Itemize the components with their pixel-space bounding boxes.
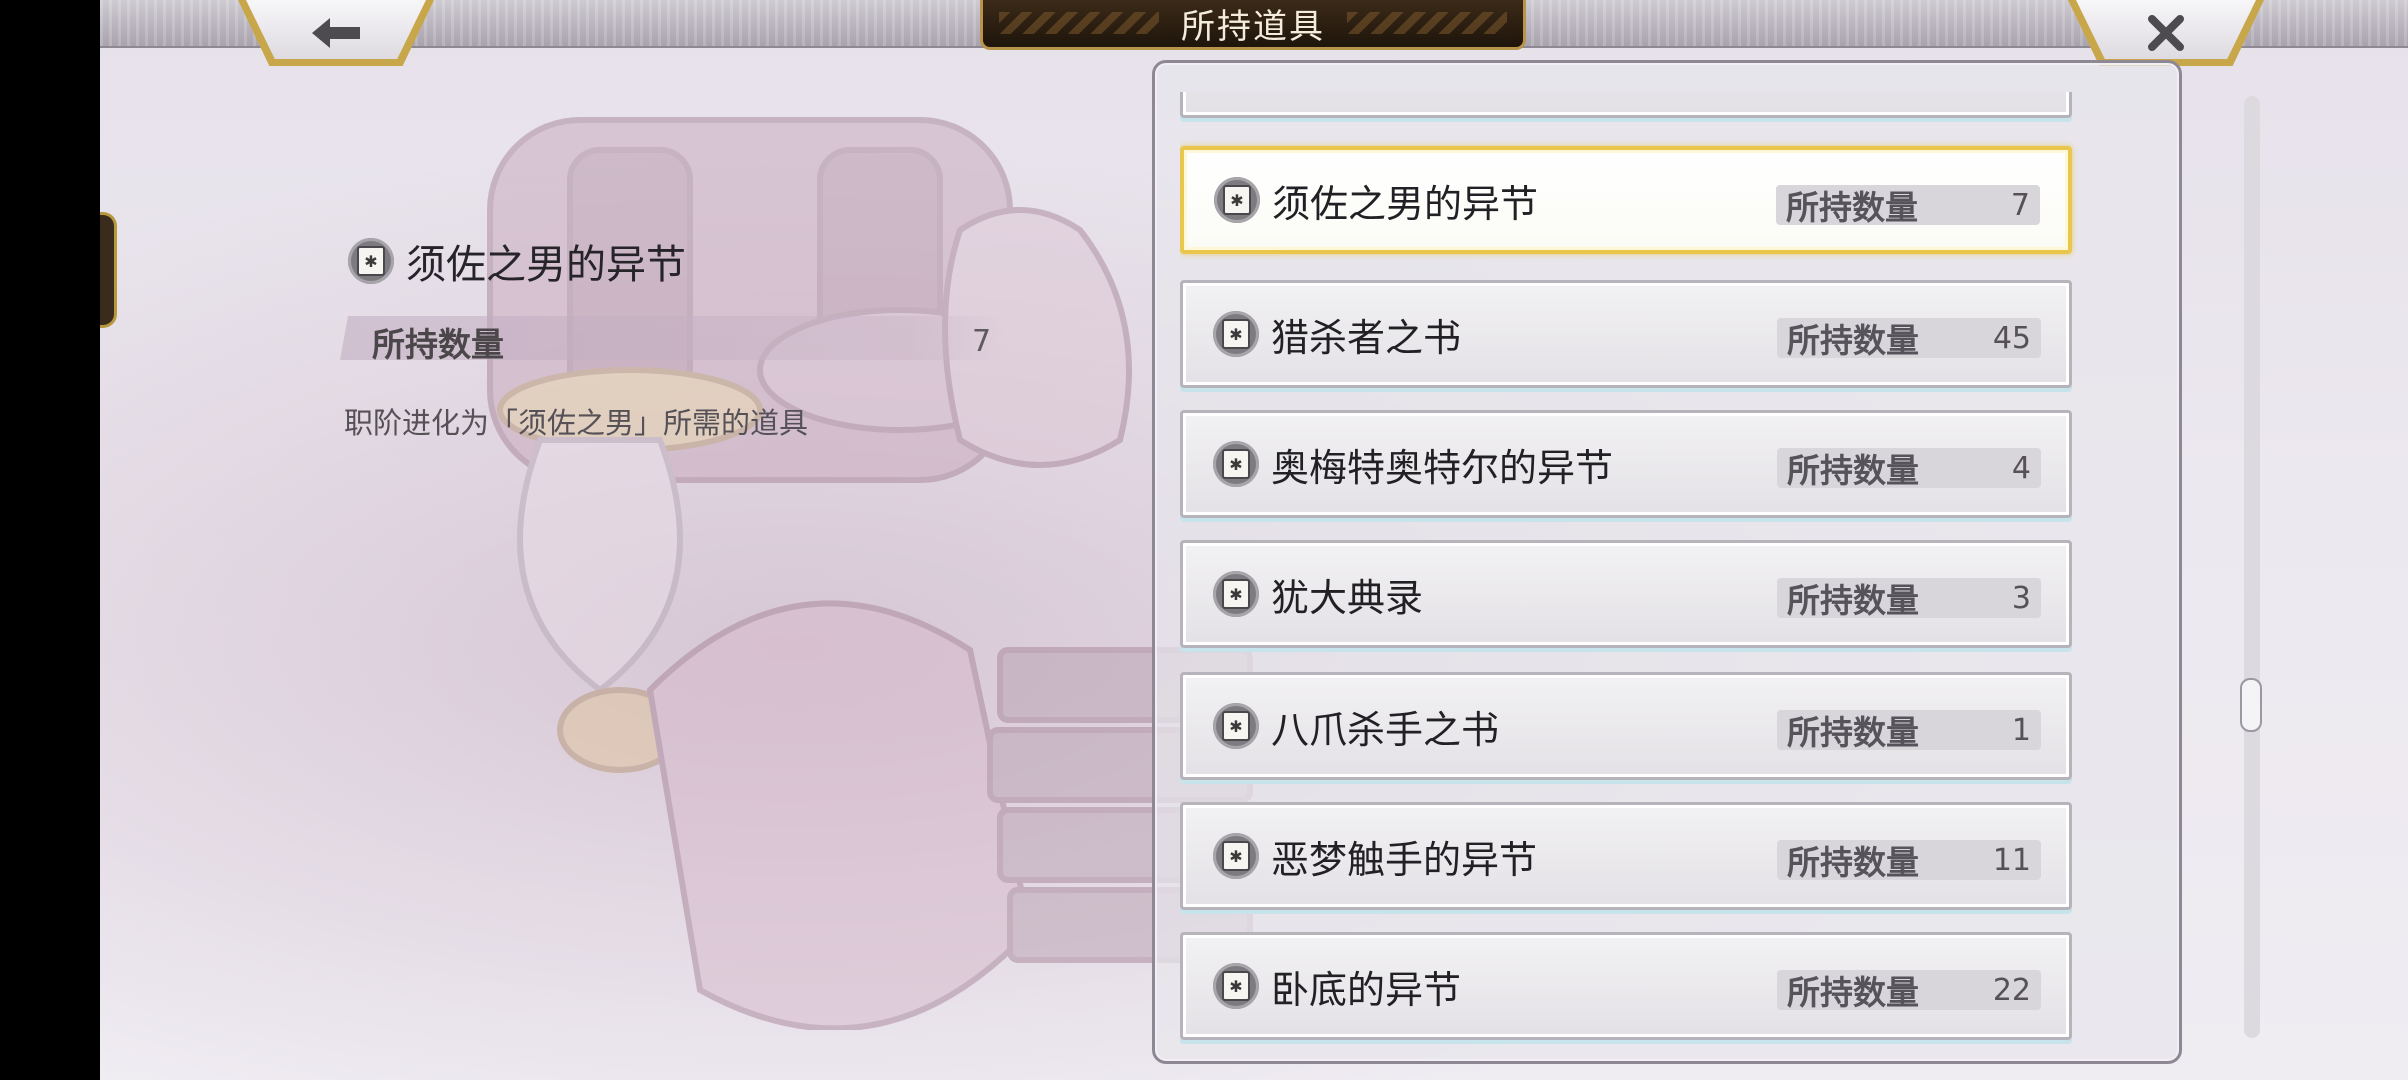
- item-name: 犹大典录: [1271, 575, 1424, 620]
- item-name: 猎杀者之书: [1271, 315, 1462, 360]
- item-quantity-value: 4: [2011, 450, 2031, 486]
- list-item[interactable]: ✱ 猎杀者之书 所持数量 45: [1180, 280, 2072, 388]
- book-icon: ✱: [348, 238, 394, 284]
- back-button[interactable]: [238, 0, 434, 66]
- item-quantity-box: 所持数量 3: [1777, 578, 2041, 620]
- item-detail-name: 须佐之男的异节: [406, 242, 686, 288]
- arrow-left-icon: [312, 18, 360, 48]
- item-quantity-label: 所持数量: [1787, 451, 1919, 490]
- item-quantity-label: 所持数量: [1787, 321, 1919, 360]
- book-icon: ✱: [1213, 833, 1259, 879]
- item-name: 八爪杀手之书: [1271, 707, 1500, 752]
- item-quantity-label: 所持数量: [1787, 581, 1919, 620]
- book-icon: ✱: [1213, 571, 1259, 617]
- item-quantity-box: 所持数量 4: [1777, 448, 2041, 490]
- item-name: 恶梦触手的异节: [1271, 837, 1538, 882]
- list-item[interactable]: ✱ 须佐之男的异节 所持数量 7: [1180, 146, 2072, 254]
- item-quantity-value: 1: [2011, 712, 2031, 748]
- scrollbar-thumb[interactable]: [2240, 678, 2262, 732]
- page-title: 所持道具: [1181, 7, 1325, 47]
- item-quantity-label: 所持数量: [1787, 973, 1919, 1012]
- item-detail-description: 职阶进化为「须佐之男」所需的道具: [344, 406, 809, 440]
- item-quantity-box: 所持数量 45: [1777, 318, 2041, 360]
- list-item[interactable]: ✱ 恶梦触手的异节 所持数量 11: [1180, 802, 2072, 910]
- item-quantity-value: 3: [2011, 580, 2031, 616]
- item-detail-quantity-value: 7: [972, 324, 992, 359]
- book-icon: ✱: [1213, 963, 1259, 1009]
- side-drawer-tab[interactable]: [100, 212, 117, 328]
- item-quantity-box: 所持数量 22: [1777, 970, 2041, 1012]
- item-quantity-value: 11: [1992, 842, 2031, 878]
- list-item[interactable]: ✱ 八爪杀手之书 所持数量 1: [1180, 672, 2072, 780]
- scrollbar-track[interactable]: [2244, 96, 2260, 1038]
- item-quantity-label: 所持数量: [1787, 713, 1919, 752]
- title-plate: 所持道具: [980, 0, 1526, 50]
- item-list[interactable]: ✱ 须佐之男的异节 所持数量 7 ✱ 猎杀者之书 所持数量 45 ✱ 奥梅特奥特…: [1180, 92, 2210, 1044]
- background-illustration: [487, 117, 1253, 1030]
- close-button[interactable]: [2068, 0, 2264, 66]
- item-quantity-label: 所持数量: [1787, 843, 1919, 882]
- book-icon: ✱: [1213, 441, 1259, 487]
- list-item[interactable]: ✱ 奥梅特奥特尔的异节 所持数量 4: [1180, 410, 2072, 518]
- book-icon: ✱: [1213, 311, 1259, 357]
- item-name: 奥梅特奥特尔的异节: [1271, 445, 1614, 490]
- close-x-icon: [2148, 15, 2184, 51]
- item-name: 须佐之男的异节: [1272, 181, 1539, 226]
- item-name: 卧底的异节: [1271, 967, 1462, 1012]
- item-detail-header: ✱ 须佐之男的异节: [348, 232, 686, 290]
- item-detail-quantity-label: 所持数量: [372, 325, 504, 364]
- book-icon: ✱: [1213, 703, 1259, 749]
- list-item-partial[interactable]: [1180, 92, 2072, 118]
- book-icon: ✱: [1214, 177, 1260, 223]
- item-quantity-value: 22: [1992, 972, 2031, 1008]
- game-screen: 所持道具 ✱ 须佐之男的异节 所持数量 7 职阶进化为「须佐之男」所需的道具 ✱…: [100, 0, 2408, 1080]
- item-quantity-value: 7: [2010, 187, 2030, 223]
- list-item[interactable]: ✱ 犹大典录 所持数量 3: [1180, 540, 2072, 648]
- list-item[interactable]: ✱ 卧底的异节 所持数量 22: [1180, 932, 2072, 1040]
- item-quantity-box: 所持数量 7: [1776, 185, 2040, 227]
- item-quantity-box: 所持数量 11: [1777, 840, 2041, 882]
- item-quantity-value: 45: [1992, 320, 2031, 356]
- item-quantity-label: 所持数量: [1786, 188, 1918, 227]
- item-quantity-box: 所持数量 1: [1777, 710, 2041, 752]
